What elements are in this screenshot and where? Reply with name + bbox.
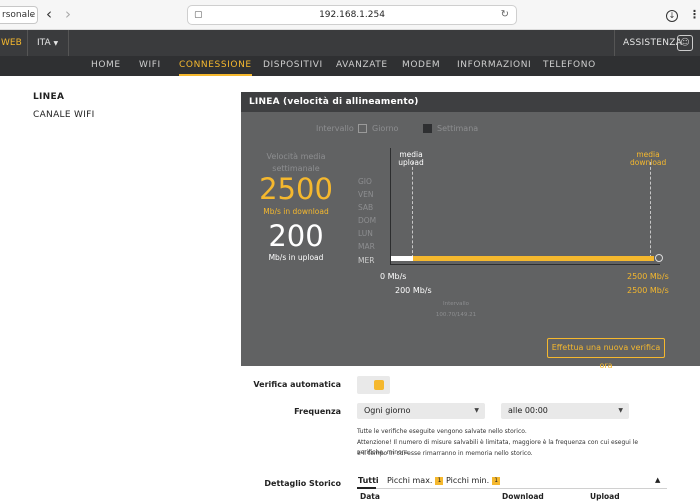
nav-connessione[interactable]: CONNESSIONE bbox=[179, 56, 252, 76]
verify-now-button[interactable]: Effettua una nuova verifica ora bbox=[547, 338, 665, 370]
count-badge: 1 bbox=[492, 477, 501, 485]
tab-picchi-min[interactable]: Picchi min. 1 bbox=[446, 476, 501, 485]
chart-y-axis bbox=[390, 148, 391, 264]
day-label: LUN bbox=[358, 229, 373, 238]
upload-marker-label: media upload bbox=[398, 150, 424, 167]
nav-avanzate[interactable]: AVANZATE bbox=[336, 56, 388, 76]
frequency-value: Ogni giorno bbox=[364, 406, 411, 415]
download-tick-min: 2500 Mb/s bbox=[627, 272, 669, 281]
time-value: alle 00:00 bbox=[508, 406, 548, 415]
address-bar[interactable]: ▢ 192.168.1.254 ↻ bbox=[187, 5, 517, 25]
interval-day-checkbox[interactable] bbox=[358, 124, 367, 133]
caret-down-icon: ▼ bbox=[618, 407, 623, 414]
stat-label-line1: Velocità media bbox=[266, 152, 326, 161]
frequency-label: Frequenza bbox=[294, 407, 341, 416]
day-label: MAR bbox=[358, 242, 375, 251]
auto-verify-label: Verifica automatica bbox=[253, 380, 341, 389]
divider bbox=[27, 30, 28, 56]
nav-wifi[interactable]: WIFI bbox=[139, 56, 161, 76]
caret-down-icon: ▼ bbox=[474, 407, 479, 414]
brand-label[interactable]: WEB bbox=[0, 30, 22, 56]
caret-down-icon: ▼ bbox=[53, 40, 59, 47]
upload-tick-min: 0 Mb/s bbox=[380, 272, 407, 281]
router-header: WEB ITA ▼ ASSISTENZA ☺ bbox=[0, 30, 700, 56]
tab-divider bbox=[357, 488, 667, 489]
back-icon[interactable]: ‹ bbox=[41, 6, 57, 24]
more-icon[interactable]: ⋮ bbox=[686, 6, 700, 24]
time-select[interactable]: alle 00:00 ▼ bbox=[501, 403, 629, 419]
upload-average-line bbox=[412, 162, 413, 258]
chevron-down-icon: ⌄ bbox=[28, 10, 35, 19]
bar-end-marker bbox=[655, 254, 663, 262]
interval-day-label: Giorno bbox=[372, 124, 399, 133]
nav-dispositivi[interactable]: DISPOSITIVI bbox=[263, 56, 323, 76]
chart-meta-line1: Intervallo bbox=[443, 301, 469, 307]
language-label: ITA bbox=[37, 38, 51, 48]
day-label: SAB bbox=[358, 203, 374, 212]
main-nav: HOME WIFI CONNESSIONE DISPOSITIVI AVANZA… bbox=[0, 56, 700, 76]
note-line1: Tutte le verifiche eseguite vengono salv… bbox=[357, 428, 527, 435]
browser-toolbar: rsonale ⌄ ‹ › ▢ 192.168.1.254 ↻ ↓ ⋮ bbox=[0, 0, 700, 30]
tab-label: Tutti bbox=[358, 476, 379, 485]
tab-label: Picchi max. bbox=[387, 476, 433, 485]
download-tick-max: 2500 Mb/s bbox=[627, 286, 669, 295]
upload-bar bbox=[391, 256, 413, 261]
active-tab-indicator bbox=[357, 487, 376, 489]
interval-week-label: Settimana bbox=[437, 124, 479, 133]
download-marker-label: media download bbox=[630, 150, 667, 167]
tab-label: Picchi min. bbox=[446, 476, 490, 485]
upload-tick-max: 200 Mb/s bbox=[395, 286, 432, 295]
day-label: MER bbox=[358, 256, 375, 265]
profile-selector[interactable]: rsonale ⌄ bbox=[0, 6, 38, 24]
line-speed-panel: Intervallo Giorno Settimana Velocità med… bbox=[241, 112, 700, 370]
day-label: DOM bbox=[358, 216, 377, 225]
reload-icon[interactable]: ↻ bbox=[501, 6, 509, 24]
sidebar-item-canale-wifi[interactable]: CANALE WIFI bbox=[33, 110, 95, 120]
forward-icon[interactable]: › bbox=[60, 6, 76, 24]
history-label: Dettaglio Storico bbox=[264, 479, 341, 488]
day-label: GIO bbox=[358, 177, 372, 186]
sidebar-item-linea[interactable]: LINEA bbox=[33, 92, 64, 102]
upload-speed-value: 200 bbox=[268, 219, 324, 253]
nav-informazioni[interactable]: INFORMAZIONI bbox=[457, 56, 531, 76]
toggle-knob bbox=[374, 380, 384, 390]
nav-telefono[interactable]: TELEFONO bbox=[543, 56, 596, 76]
upload-speed-unit: Mb/s in upload bbox=[268, 253, 324, 262]
download-speed-unit: Mb/s in download bbox=[263, 207, 329, 216]
collapse-icon[interactable]: ▲ bbox=[655, 476, 660, 484]
url-text: 192.168.1.254 bbox=[319, 10, 385, 20]
divider bbox=[614, 30, 615, 56]
day-label: VEN bbox=[358, 190, 374, 199]
page-icon: ▢ bbox=[194, 10, 203, 20]
chart-x-axis bbox=[390, 264, 660, 265]
nav-modem[interactable]: MODEM bbox=[402, 56, 440, 76]
language-selector[interactable]: ITA ▼ bbox=[37, 30, 58, 56]
panel-title: LINEA (velocità di allineamento) bbox=[241, 92, 700, 112]
tab-picchi-max[interactable]: Picchi max. 1 bbox=[387, 476, 444, 485]
count-badge: 1 bbox=[435, 477, 444, 485]
download-icon[interactable]: ↓ bbox=[664, 6, 680, 24]
download-average-line bbox=[650, 162, 651, 258]
nav-home[interactable]: HOME bbox=[91, 56, 121, 76]
chart-meta-line2: 100.70/149.21 bbox=[435, 312, 477, 318]
tab-tutti[interactable]: Tutti bbox=[358, 476, 379, 485]
download-bar bbox=[391, 256, 654, 261]
chat-icon[interactable]: ☺ bbox=[677, 35, 693, 51]
frequency-select[interactable]: Ogni giorno ▼ bbox=[357, 403, 485, 419]
download-speed-value: 2500 bbox=[259, 172, 333, 206]
auto-verify-toggle[interactable] bbox=[357, 376, 390, 394]
note-line3: è il tempo in cui esse rimarranno in mem… bbox=[357, 450, 533, 457]
interval-week-checkbox[interactable] bbox=[423, 124, 432, 133]
interval-label: Intervallo bbox=[316, 124, 354, 133]
assist-link[interactable]: ASSISTENZA bbox=[623, 30, 682, 56]
divider bbox=[68, 30, 69, 56]
